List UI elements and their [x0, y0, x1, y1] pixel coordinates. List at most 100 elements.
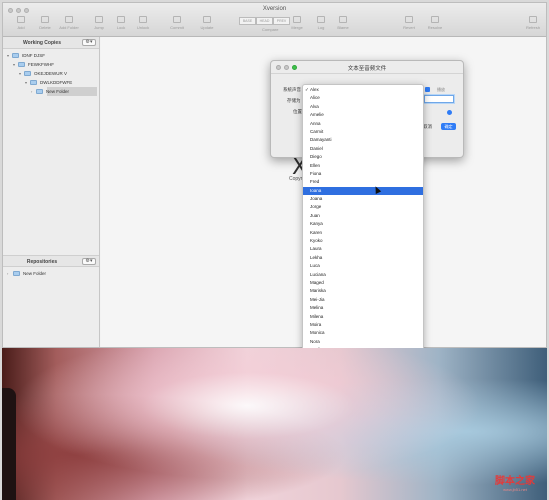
checkmark-icon: ✓: [305, 87, 309, 92]
working-copies-header: Working Copies ⚙▾: [3, 37, 99, 49]
tree-item[interactable]: ▾ DWLKDDFWFE: [3, 78, 99, 87]
tree-item[interactable]: ▾ IDNF DJSF: [3, 51, 99, 60]
cancel-button[interactable]: 取消: [423, 124, 432, 130]
voice-menu-item-label: Fred: [310, 179, 320, 185]
voice-menu-item-label: Mei-Jia: [310, 296, 325, 302]
toolbar-resolve-button[interactable]: Resolve: [421, 16, 449, 31]
log-icon: [317, 16, 325, 23]
voice-menu-item[interactable]: Fiona: [303, 170, 423, 178]
voice-menu-item-label: Juan: [310, 212, 320, 218]
voice-menu-item[interactable]: Fred: [303, 178, 423, 186]
folder-icon: [36, 89, 43, 94]
voice-menu-item[interactable]: Melina: [303, 304, 423, 312]
disclosure-arrow-icon[interactable]: ›: [31, 87, 32, 96]
compare-prev-button[interactable]: PREV: [273, 17, 290, 25]
toolbar-refresh-button[interactable]: Refresh: [519, 16, 546, 31]
voice-menu-item[interactable]: Alice: [303, 94, 423, 102]
voice-menu-item[interactable]: Mariska: [303, 287, 423, 295]
repositories-gear-button[interactable]: ⚙▾: [82, 258, 96, 265]
disclosure-arrow-icon[interactable]: ▾: [19, 69, 21, 78]
voice-menu-item[interactable]: Maged: [303, 279, 423, 287]
voice-menu-item[interactable]: Nora: [303, 338, 423, 346]
voice-menu-item-label: Carmit: [310, 128, 324, 134]
voice-menu-item[interactable]: Joana: [303, 195, 423, 203]
voice-menu-item-label: Fiona: [310, 170, 322, 176]
disclosure-arrow-icon[interactable]: ▾: [25, 78, 27, 87]
voice-menu-item-label: Alex: [310, 87, 319, 92]
dialog-title: 文本至音频文件: [347, 66, 387, 72]
voice-menu-item-label: Maged: [310, 279, 324, 285]
voice-menu-item-label: Kyoko: [310, 238, 323, 244]
compare-label: Compare: [262, 27, 279, 32]
voice-menu-item[interactable]: Anna: [303, 120, 423, 128]
voice-menu-item[interactable]: Juan: [303, 212, 423, 220]
toolbar-label: Add: [17, 25, 25, 30]
voice-menu-item[interactable]: Karen: [303, 229, 423, 237]
toolbar-commit-button[interactable]: Commit: [163, 16, 191, 31]
voice-menu-item-label: Mariska: [310, 288, 326, 294]
plus-icon: [17, 16, 25, 23]
voice-menu-item-label: Ioana: [310, 187, 322, 193]
voice-menu-item[interactable]: Kanya: [303, 220, 423, 228]
toolbar-add-folder-button[interactable]: Add Folder: [55, 16, 83, 31]
working-copies-gear-button[interactable]: ⚙▾: [82, 39, 96, 46]
voice-menu-item[interactable]: Amelie: [303, 111, 423, 119]
voice-menu-item[interactable]: Luca: [303, 262, 423, 270]
save-as-input[interactable]: [424, 95, 454, 103]
voice-menu-item[interactable]: Luciana: [303, 271, 423, 279]
voice-menu-item[interactable]: Daniel: [303, 145, 423, 153]
voice-menu-item[interactable]: Ellen: [303, 162, 423, 170]
disclosure-arrow-icon[interactable]: ›: [7, 269, 8, 278]
refresh-icon: [529, 16, 537, 23]
working-copies-tree: ▾ IDNF DJSF ▾ FEWKFWHF ▾ OKEJDEWUR V ▾ DWLKDDFW…: [3, 49, 99, 96]
repositories-title: Repositories: [26, 259, 58, 265]
lock-icon: [117, 16, 125, 23]
voice-menu-item[interactable]: Jorge: [303, 203, 423, 211]
preview-button[interactable]: 播放: [437, 87, 445, 93]
voice-menu-item[interactable]: Alva: [303, 103, 423, 111]
add-folder-icon: [65, 16, 73, 23]
voice-menu-item[interactable]: Kyoko: [303, 237, 423, 245]
voice-menu-item[interactable]: Damayanti: [303, 136, 423, 144]
voice-popup-indicator[interactable]: [425, 87, 430, 92]
revert-icon: [405, 16, 413, 23]
voice-menu-item[interactable]: Milena: [303, 313, 423, 321]
toolbar-label: Revert: [403, 25, 415, 30]
compare-base-button[interactable]: BASE: [239, 17, 256, 25]
toolbar-update-button[interactable]: Update: [193, 16, 221, 31]
repository-item[interactable]: › New Folder: [3, 269, 99, 278]
voice-menu-item[interactable]: Moira: [303, 321, 423, 329]
folder-icon: [13, 271, 20, 276]
compare-head-button[interactable]: HEAD: [256, 17, 273, 25]
toolbar-label: Delete: [39, 25, 51, 30]
tree-item[interactable]: › New Folder: [3, 87, 99, 96]
tree-item[interactable]: ▾ FEWKFWHF: [3, 60, 99, 69]
disclosure-arrow-icon[interactable]: ▾: [7, 51, 9, 60]
blame-icon: [339, 16, 347, 23]
toolbar-blame-button[interactable]: Blame: [329, 16, 357, 31]
voice-menu-item[interactable]: Ioana: [303, 186, 423, 196]
commit-icon: [173, 16, 181, 23]
voice-menu-item-label: Laura: [310, 246, 322, 252]
tree-item-label: FEWKFWHF: [28, 62, 54, 67]
voice-menu-item-label: Amelie: [310, 112, 324, 118]
tree-item[interactable]: ▾ OKEJDEWUR V: [3, 69, 99, 78]
voice-menu-item[interactable]: Monica: [303, 329, 423, 337]
compare-segmented-control: BASE HEAD PREV: [239, 17, 290, 25]
position-label: 位置: [293, 109, 302, 114]
voice-menu-item[interactable]: Carmit: [303, 128, 423, 136]
toolbar-unlock-button[interactable]: Unlock: [129, 16, 157, 31]
toolbar-label: Jump: [94, 25, 104, 30]
voice-menu-item[interactable]: Mei-Jia: [303, 296, 423, 304]
resolve-icon: [431, 16, 439, 23]
disclosure-arrow-icon[interactable]: ▾: [13, 60, 15, 69]
voice-menu-item[interactable]: ✓ Alex: [303, 86, 423, 94]
voice-menu-item[interactable]: Laura: [303, 245, 423, 253]
folder-icon: [12, 53, 19, 58]
ok-button[interactable]: 确定: [441, 123, 456, 130]
voice-menu-item[interactable]: Lekha: [303, 254, 423, 262]
watermark-url: www.jb51.net: [503, 487, 527, 492]
position-stepper[interactable]: [447, 110, 452, 115]
toolbar-revert-button[interactable]: Revert: [395, 16, 423, 31]
voice-menu-item[interactable]: Diego: [303, 153, 423, 161]
